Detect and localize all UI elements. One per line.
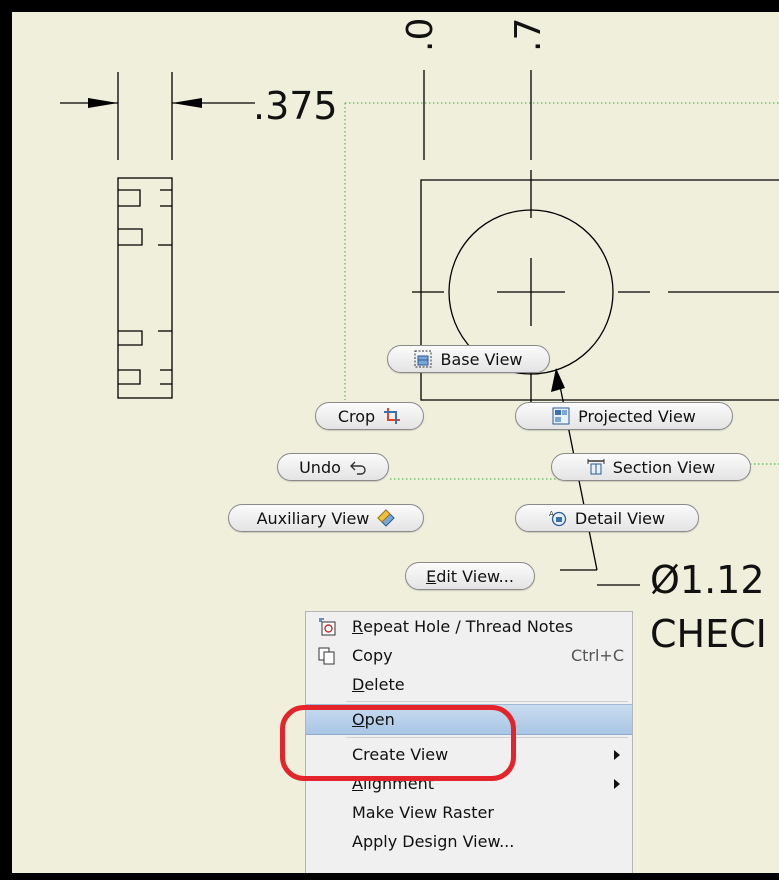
menu-label: epeat Hole / Thread Notes <box>363 617 574 636</box>
check-text[interactable]: CHECI <box>650 612 767 656</box>
projected-view-button[interactable]: Projected View <box>515 402 733 430</box>
submenu-arrow-icon <box>614 779 620 789</box>
dimension-top-left-text[interactable]: .0 <box>400 18 441 52</box>
menu-mnemonic: A <box>352 774 363 793</box>
svg-text:A: A <box>549 510 554 518</box>
auxiliary-view-label: Auxiliary View <box>256 508 370 528</box>
menu-label: pen <box>364 710 395 729</box>
menu-label: Create View <box>352 745 449 764</box>
frame-bottom <box>0 873 779 880</box>
menu-mnemonic: O <box>352 710 365 729</box>
hole-notes-icon <box>319 618 336 636</box>
base-view-button[interactable]: Base View <box>387 345 550 373</box>
menu-item-open[interactable]: Open <box>306 704 632 735</box>
menu-label: Make View Raster <box>352 803 494 822</box>
section-view-icon <box>587 459 605 475</box>
menu-label: lignment <box>362 774 434 793</box>
base-view-icon <box>414 350 432 368</box>
menu-separator <box>346 737 628 738</box>
crop-icon <box>384 408 401 424</box>
undo-label: Undo <box>299 457 341 477</box>
projected-view-label: Projected View <box>578 406 696 426</box>
copy-icon <box>318 647 335 665</box>
edit-view-button[interactable]: Edit View... <box>405 562 535 590</box>
undo-icon <box>349 461 366 475</box>
section-view-label: Section View <box>612 457 716 477</box>
menu-item-alignment[interactable]: Alignment <box>306 769 632 798</box>
menu-item-create-view[interactable]: Create View <box>306 740 632 769</box>
dimension-375-text[interactable]: .375 <box>253 84 338 128</box>
auxiliary-view-button[interactable]: Auxiliary View <box>228 504 424 532</box>
dimension-top-right-text[interactable]: .7 <box>508 18 549 52</box>
menu-item-copy[interactable]: Copy Ctrl+C <box>306 641 632 670</box>
menu-label: Copy <box>352 646 393 665</box>
edit-view-label: dit View... <box>436 566 514 586</box>
edit-view-mnemonic: E <box>426 566 437 586</box>
hole-callout-text[interactable]: Ø1.12 <box>650 558 765 602</box>
menu-shortcut: Ctrl+C <box>570 646 624 665</box>
undo-button[interactable]: Undo <box>277 453 389 481</box>
drawing-canvas[interactable]: .375 .0 .7 Ø1.12 CHECI Base View Crop Pr… <box>0 0 779 880</box>
context-menu[interactable]: Repeat Hole / Thread Notes Copy Ctrl+C D… <box>305 611 633 880</box>
detail-view-button[interactable]: A Detail View <box>515 504 699 532</box>
menu-label: Apply Design View... <box>352 832 515 851</box>
projected-view-icon <box>552 407 570 425</box>
crop-button[interactable]: Crop <box>315 402 424 430</box>
detail-view-icon: A <box>549 510 567 527</box>
menu-item-repeat-hole-thread-notes[interactable]: Repeat Hole / Thread Notes <box>306 612 632 641</box>
section-view-button[interactable]: Section View <box>551 453 751 481</box>
detail-view-label: Detail View <box>574 508 666 528</box>
base-view-label: Base View <box>440 349 523 369</box>
menu-separator <box>346 701 628 702</box>
menu-item-make-view-raster[interactable]: Make View Raster <box>306 798 632 827</box>
crop-label: Crop <box>337 406 376 426</box>
auxiliary-view-icon <box>377 509 396 527</box>
submenu-arrow-icon <box>614 750 620 760</box>
menu-label: elete <box>364 675 405 694</box>
menu-mnemonic: D <box>352 675 365 694</box>
menu-item-delete[interactable]: Delete <box>306 670 632 699</box>
menu-mnemonic: R <box>352 617 364 636</box>
menu-item-apply-design-view[interactable]: Apply Design View... <box>306 827 632 856</box>
